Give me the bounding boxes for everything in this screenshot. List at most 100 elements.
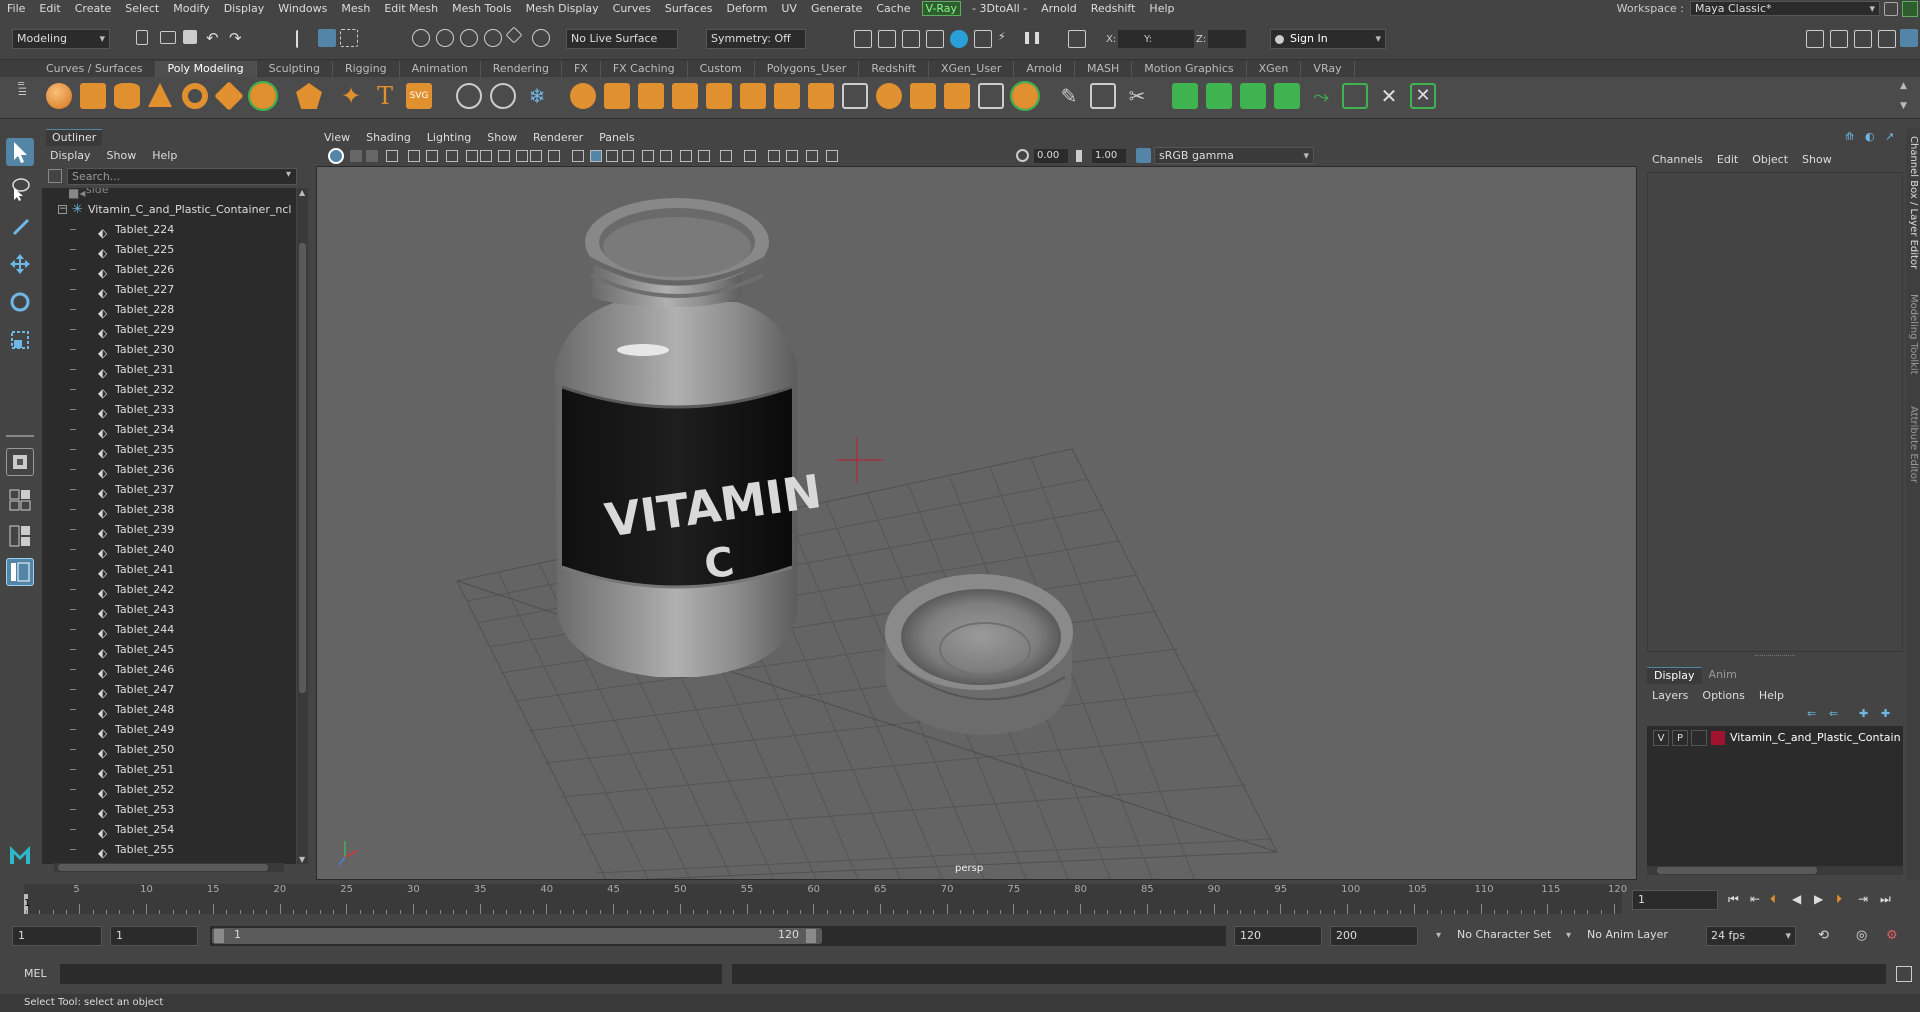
anim-layer-icon[interactable]: ▾ (1566, 930, 1571, 941)
extrude-icon[interactable] (570, 83, 596, 109)
render-history-icon[interactable] (854, 30, 872, 48)
shelf-tab-fx-caching[interactable]: FX Caching (601, 61, 688, 77)
sculpt-icon[interactable] (456, 83, 482, 109)
menu-redshift[interactable]: Redshift (1084, 0, 1143, 17)
menu-create[interactable]: Create (68, 0, 119, 17)
new-scene-icon[interactable] (136, 30, 148, 45)
outliner-item[interactable]: ⬖ Tablet_252 (42, 780, 296, 800)
smooth-shade-icon[interactable] (590, 150, 602, 162)
uv-unfold-icon[interactable]: ✕ (1376, 83, 1402, 109)
current-frame-field[interactable]: 1 (1632, 890, 1718, 910)
safe-title-icon[interactable] (548, 150, 560, 162)
scene-start-field[interactable]: 1 (12, 926, 102, 946)
menu-arnold[interactable]: Arnold (1034, 0, 1084, 17)
select-component-icon[interactable] (340, 29, 358, 47)
snap-grid-icon[interactable] (412, 29, 430, 47)
outliner-item[interactable]: ⬖ Tablet_224 (42, 220, 296, 240)
outliner-item[interactable]: ⬖ Tablet_230 (42, 340, 296, 360)
shelf-tab-rendering[interactable]: Rendering (481, 61, 562, 77)
outliner-menu-help[interactable]: Help (144, 149, 185, 162)
layer-help-menu[interactable]: Help (1752, 689, 1791, 702)
multi-cut-icon[interactable] (842, 83, 868, 109)
snap-surface-icon[interactable] (505, 26, 523, 44)
viewport-menu-view[interactable]: View (316, 131, 358, 144)
timeline-ticks[interactable]: 1 5 10 15 20 25 30 35 40 45 50 55 60 65 70 75 80 85 90 95 1… (24, 884, 1627, 914)
2d-pan-icon[interactable] (408, 150, 420, 162)
menu-vray[interactable]: V-Ray (921, 1, 962, 16)
svg-tool-icon[interactable]: SVG (406, 83, 432, 109)
film-gate-icon[interactable] (466, 150, 478, 162)
poly-cylinder-icon[interactable] (114, 83, 140, 109)
shelf-tab-redshift[interactable]: Redshift (859, 61, 929, 77)
close-panel-icon[interactable]: ↗ (1885, 130, 1894, 143)
uv-cylindrical-icon[interactable] (1206, 83, 1232, 109)
live-surface-field[interactable]: No Live Surface (566, 29, 678, 49)
outliner-item[interactable]: ⬖ Tablet_226 (42, 260, 296, 280)
snap-view-icon[interactable] (484, 29, 502, 47)
outliner-item[interactable]: ⬖ Tablet_242 (42, 580, 296, 600)
platonic-solid-icon[interactable] (296, 83, 322, 109)
z-field[interactable] (1208, 30, 1246, 48)
shelf-tab-polygons-user[interactable]: Polygons_User (755, 61, 860, 77)
new-layer-selected-icon[interactable]: ✚ (1881, 707, 1890, 720)
outliner-item[interactable]: ⬖ Tablet_248 (42, 700, 296, 720)
outliner-item-side[interactable]: ■◂ side (42, 188, 296, 200)
outliner-item-root[interactable]: − ✳ Vitamin_C_and_Plastic_Container_ncl (42, 200, 296, 220)
poly-cube-icon[interactable] (80, 83, 106, 109)
anti-aliasing-icon[interactable] (720, 150, 732, 162)
auto-key-icon[interactable]: ◎ (1856, 928, 1867, 943)
xray-icon[interactable] (786, 150, 798, 162)
wireframe-icon[interactable] (572, 150, 584, 162)
shelf-tab-fx[interactable]: FX (562, 61, 601, 77)
playback-start-field[interactable]: 1 (110, 926, 198, 946)
outliner-item[interactable]: ⬖ Tablet_241 (42, 560, 296, 580)
menu-uv[interactable]: UV (774, 0, 804, 17)
bottle-cap-mesh[interactable] (885, 574, 1073, 735)
menu-windows[interactable]: Windows (271, 0, 334, 17)
outliner-item[interactable]: ⬖ Tablet_236 (42, 460, 296, 480)
side-tab-attribute-editor[interactable]: Attribute Editor (1906, 406, 1920, 483)
move-layer-down-icon[interactable]: ⇐ (1829, 707, 1838, 720)
outliner-item[interactable]: ⬖ Tablet_254 (42, 820, 296, 840)
shelf-tab-curves-surfaces[interactable]: Curves / Surfaces (34, 61, 156, 77)
shelf-scroll-up-icon[interactable]: ▲ (1900, 81, 1907, 91)
save-scene-icon[interactable] (183, 30, 197, 44)
outliner-item[interactable]: ⬖ Tablet_239 (42, 520, 296, 540)
modeling-toolkit-icon[interactable] (1806, 30, 1824, 48)
select-hierarchy-icon[interactable] (296, 30, 314, 48)
menu-mesh[interactable]: Mesh (334, 0, 377, 17)
shelf-tab-rigging[interactable]: Rigging (333, 61, 400, 77)
bevel-icon[interactable] (638, 83, 664, 109)
shelf-tab-vray[interactable]: VRay (1301, 61, 1355, 77)
uv-automatic-icon[interactable] (1274, 83, 1300, 109)
layer-row[interactable]: V P Vitamin_C_and_Plastic_Contain (1647, 730, 1903, 748)
edit-menu[interactable]: Edit (1710, 153, 1745, 166)
poly-cone-icon[interactable] (148, 83, 172, 107)
sign-in-button[interactable]: Sign In (1270, 29, 1386, 49)
workspace-dropdown[interactable]: Maya Classic* (1690, 1, 1880, 16)
collapse-icon[interactable]: − (58, 205, 67, 214)
outliner-horizontal-scrollbar[interactable] (54, 863, 284, 872)
layer-color-swatch[interactable] (1711, 731, 1725, 745)
move-tool-icon[interactable] (6, 250, 34, 278)
anim-layer-field[interactable]: No Anim Layer (1582, 926, 1682, 946)
bookmarks-icon[interactable] (366, 150, 378, 162)
tool-settings-icon[interactable] (1878, 30, 1896, 48)
layer-name[interactable]: Vitamin_C_and_Plastic_Contain (1730, 730, 1902, 746)
step-forward-key-icon[interactable]: ⏵ (1836, 892, 1842, 907)
viewport-menu-show[interactable]: Show (479, 131, 525, 144)
merge-icon[interactable] (808, 83, 834, 109)
ipr-render-icon[interactable] (902, 30, 920, 48)
command-language-label[interactable]: MEL (24, 967, 47, 980)
super-shape-icon[interactable]: ✦ (338, 83, 364, 109)
play-forward-icon[interactable]: ▶ (1814, 892, 1823, 906)
side-tab-modeling-toolkit[interactable]: Modeling Toolkit (1906, 294, 1920, 375)
outliner-item[interactable]: ⬖ Tablet_247 (42, 680, 296, 700)
quad-draw-icon[interactable] (978, 83, 1004, 109)
outliner-search-input[interactable]: Search... (67, 168, 297, 185)
vray-render-icon[interactable]: ⚡ (998, 30, 1016, 48)
soft-select-icon[interactable] (6, 448, 34, 476)
viewport-menu-panels[interactable]: Panels (591, 131, 642, 144)
paint-select-tool-icon[interactable] (6, 212, 34, 240)
scene-end-field[interactable]: 200 (1330, 926, 1418, 946)
